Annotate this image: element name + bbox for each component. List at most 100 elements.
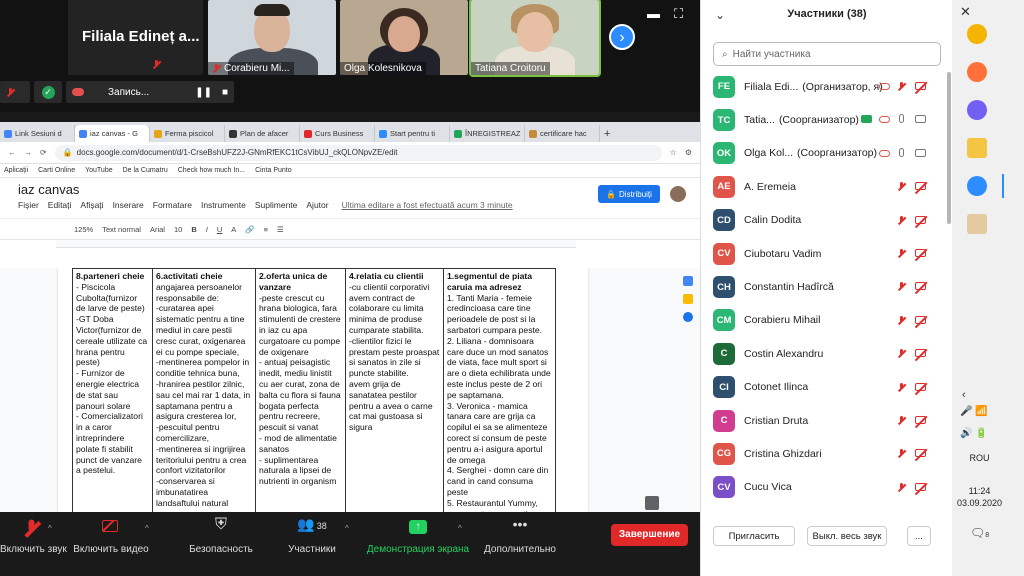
browser-tab[interactable]: Ferma piscicol xyxy=(150,125,225,142)
participant-search-input[interactable]: ⌕ Найти участника xyxy=(713,42,941,66)
browser-tab-active[interactable]: iaz canvas - G xyxy=(75,125,150,142)
paint-icon[interactable] xyxy=(967,214,987,234)
menu-addons[interactable]: Suplimente xyxy=(255,200,298,210)
more-button[interactable]: ••• Дополнительно xyxy=(478,516,562,555)
stop-recording-button[interactable]: ■ xyxy=(222,87,228,98)
new-tab-button[interactable]: + xyxy=(600,125,620,142)
star-icon[interactable]: ☆ xyxy=(670,148,677,157)
bookmark-item[interactable]: Carti Online xyxy=(38,167,75,174)
bookmark-item[interactable]: Cinta Punto xyxy=(255,167,292,174)
reload-icon[interactable]: ⟳ xyxy=(40,148,47,157)
audio-options-caret-icon[interactable]: ^ xyxy=(48,524,52,533)
tray-icons[interactable]: 🎤 📶 xyxy=(960,406,988,417)
participant-list-scrollbar[interactable] xyxy=(947,72,951,224)
participant-row[interactable]: FE Filiala Edi... (Организатор, я) xyxy=(701,70,945,103)
fullscreen-icon[interactable]: ⛶ xyxy=(674,6,683,22)
last-edit-link[interactable]: Ultima editare a fost efectuată acum 3 m… xyxy=(342,200,513,210)
font-size-select[interactable]: 10 xyxy=(174,225,182,234)
video-tile-filiala[interactable]: Filiala Edineț a... xyxy=(68,0,203,75)
table-cell[interactable]: 1.segmentul de piata caruia ma adresez 1.… xyxy=(443,268,556,512)
zoom-app-icon[interactable] xyxy=(967,176,987,196)
browser-tab[interactable]: Plan de afacer xyxy=(225,125,300,142)
table-cell[interactable]: 8.parteneri cheie - Piscicola Cubolta(fur… xyxy=(72,268,153,512)
underline-icon[interactable]: U xyxy=(217,225,222,234)
table-cell[interactable]: 2.oferta unica de vanzare -peste crescut … xyxy=(255,268,346,512)
browser-tab[interactable]: Curs Business xyxy=(300,125,375,142)
table-cell[interactable]: 6.activitati cheie angajarea persoanelor … xyxy=(152,268,256,512)
bookmark-item[interactable]: Aplicații xyxy=(4,167,28,174)
forward-icon[interactable]: → xyxy=(24,148,32,157)
table-cell[interactable]: 4.relatia cu clientii -cu clientii corpor… xyxy=(345,268,444,512)
notification-center-icon[interactable]: 🗨8 xyxy=(970,526,989,540)
browser-tab[interactable]: Link Sesiuni d xyxy=(0,125,75,142)
menu-help[interactable]: Ajutor xyxy=(306,200,328,210)
video-tile-tatiana[interactable]: Tatiana Croitoru xyxy=(469,0,601,77)
bookmark-item[interactable]: De la Cumatru xyxy=(123,167,168,174)
pause-recording-button[interactable]: ❚❚ xyxy=(195,87,212,98)
extensions-icon[interactable]: ⚙ xyxy=(685,148,692,157)
participant-row[interactable]: CM Corabieru Mihail xyxy=(701,304,945,337)
add-comment-icon[interactable] xyxy=(645,496,659,510)
next-page-arrow-icon[interactable]: › xyxy=(609,24,635,50)
participant-row[interactable]: CI Cotonet Ilinca xyxy=(701,371,945,404)
participant-row[interactable]: AE A. Eremeia xyxy=(701,170,945,203)
share-button[interactable]: 🔒 Distribuiți xyxy=(598,185,660,203)
volume-battery-icons[interactable]: 🔊 🔋 xyxy=(960,428,988,439)
participants-button[interactable]: 👥 38 Участники xyxy=(282,516,342,555)
bold-icon[interactable]: B xyxy=(191,225,196,234)
participant-row[interactable]: OK Olga Kol... (Соорганизатор) xyxy=(701,137,945,170)
participant-row[interactable]: CV Ciubotaru Vadim xyxy=(701,237,945,270)
participant-row[interactable]: CH Constantin Hadîrcă xyxy=(701,270,945,303)
mute-all-button[interactable]: Выкл. весь звук xyxy=(807,526,887,546)
avatar[interactable] xyxy=(670,186,686,202)
video-tile-corabieru[interactable]: Corabieru Mi... xyxy=(208,0,336,75)
bookmark-item[interactable]: Check how much In... xyxy=(178,167,245,174)
participant-row[interactable]: CV Cucu Vica xyxy=(701,471,945,504)
zoom-select[interactable]: 125% xyxy=(74,225,93,234)
menu-file[interactable]: Fișier xyxy=(18,200,39,210)
align-icon[interactable]: ≡ xyxy=(264,225,268,234)
security-button[interactable]: ⛨ Безопасность xyxy=(186,516,256,555)
share-screen-button[interactable]: ↑ Демонстрация экрана xyxy=(366,516,470,555)
browser-tab[interactable]: certificare hac xyxy=(525,125,600,142)
keep-icon[interactable] xyxy=(683,294,693,304)
clock[interactable]: 11:24 03.09.2020 xyxy=(952,485,1007,509)
minimize-icon[interactable]: ▬ xyxy=(647,6,660,21)
back-icon[interactable]: ← xyxy=(8,148,16,157)
firefox-icon[interactable] xyxy=(967,62,987,82)
participant-row[interactable]: TC Tatia... (Соорганизатор) xyxy=(701,103,945,136)
menu-edit[interactable]: Editați xyxy=(48,200,72,210)
ruler[interactable] xyxy=(56,240,576,248)
document-page[interactable]: 8.parteneri cheie - Piscicola Cubolta(fur… xyxy=(58,268,588,512)
end-meeting-button[interactable]: Завершение xyxy=(611,524,688,546)
share-options-caret-icon[interactable]: ^ xyxy=(458,524,462,533)
tray-expand-icon[interactable]: ‹ xyxy=(962,389,966,401)
browser-tab[interactable]: ÎNREGISTREAZ xyxy=(450,125,525,142)
browser-tab[interactable]: Start pentru ti xyxy=(375,125,450,142)
security-status[interactable]: ✓ xyxy=(34,81,62,103)
italic-icon[interactable]: I xyxy=(206,225,208,234)
menu-tools[interactable]: Instrumente xyxy=(201,200,246,210)
link-icon[interactable]: 🔗 xyxy=(245,225,254,234)
participant-row[interactable]: CD Calin Dodita xyxy=(701,204,945,237)
tasks-icon[interactable] xyxy=(683,312,693,322)
video-options-caret-icon[interactable]: ^ xyxy=(145,524,149,533)
font-select[interactable]: Arial xyxy=(150,225,165,234)
mic-status[interactable] xyxy=(0,81,30,103)
participants-caret-icon[interactable]: ^ xyxy=(345,524,349,533)
close-icon[interactable]: ✕ xyxy=(960,4,971,20)
menu-format[interactable]: Formatare xyxy=(153,200,192,210)
menu-insert[interactable]: Inserare xyxy=(113,200,144,210)
viber-icon[interactable] xyxy=(967,100,987,120)
folder-icon[interactable] xyxy=(967,138,987,158)
language-indicator[interactable]: ROU xyxy=(952,453,1007,463)
list-icon[interactable]: ☰ xyxy=(277,225,284,234)
chrome-icon[interactable] xyxy=(967,24,987,44)
url-field[interactable]: 🔒 docs.google.com/document/d/1-CrseBshUFZ… xyxy=(54,144,662,161)
participant-row[interactable]: C Costin Alexandru xyxy=(701,337,945,370)
participants-more-button[interactable]: ... xyxy=(907,526,931,546)
video-tile-olga[interactable]: Olga Kolesnikova xyxy=(340,0,468,75)
text-color-icon[interactable]: A xyxy=(231,225,236,234)
participant-row[interactable]: CG Cristina Ghizdari xyxy=(701,437,945,470)
unmute-button[interactable]: Включить звук xyxy=(0,516,67,555)
